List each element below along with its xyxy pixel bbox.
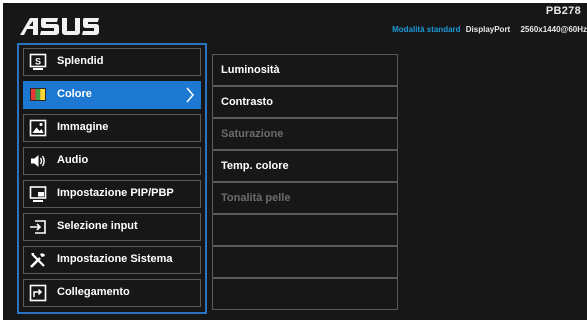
submenu-item-empty (212, 246, 398, 278)
speaker-icon (29, 152, 47, 170)
menu-item-immagine[interactable]: Immagine (21, 113, 203, 143)
menu-item-collegamento[interactable]: Collegamento (21, 278, 203, 308)
menu-item-splendid[interactable]: S Splendid (21, 47, 203, 77)
menu-item-audio[interactable]: Audio (21, 146, 203, 176)
submenu-item-label: Contrasto (221, 96, 273, 108)
svg-text:S: S (35, 57, 41, 67)
pip-icon (29, 185, 47, 203)
mode-label: Modalità standard (392, 25, 461, 34)
asus-logo (18, 15, 100, 37)
menu-item-pip-pbp[interactable]: Impostazione PIP/PBP (21, 179, 203, 209)
menu-item-impostazione-sistema[interactable]: Impostazione Sistema (21, 245, 203, 275)
color-icon (29, 86, 47, 104)
menu-item-selezione-input[interactable]: Selezione input (21, 212, 203, 242)
submenu-item-label: Luminosità (221, 64, 280, 76)
submenu-item-label: Temp. colore (221, 160, 289, 172)
menu-item-label: Audio (57, 154, 89, 166)
submenu-item-label: Saturazione (221, 128, 284, 140)
input-label: DisplayPort (465, 25, 511, 34)
osd-window: PB278 Modalità standard DisplayPort 2560… (3, 3, 587, 320)
submenu-item-temp-colore[interactable]: Temp. colore (212, 150, 398, 182)
chevron-right-icon (185, 87, 195, 103)
submenu-item-tonalita-pelle: Tonalità pelle (212, 182, 398, 214)
main-menu: S Splendid Colore Immagine Audio Imposta… (17, 43, 207, 314)
model-name: PB278 (545, 5, 581, 17)
tools-icon (29, 251, 47, 269)
submenu-item-empty (212, 214, 398, 246)
resolution-label: 2560x1440@60Hz (520, 25, 587, 34)
menu-item-label: Immagine (57, 121, 109, 133)
submenu-item-empty (212, 278, 398, 310)
image-icon (29, 119, 47, 137)
menu-item-label: Impostazione PIP/PBP (57, 187, 174, 199)
menu-item-label: Colore (57, 88, 92, 100)
sub-menu: Luminosità Contrasto Saturazione Temp. c… (212, 43, 398, 314)
submenu-item-luminosita[interactable]: Luminosità (212, 54, 398, 86)
menu-item-label: Selezione input (57, 220, 138, 232)
submenu-item-saturazione: Saturazione (212, 118, 398, 150)
menu-item-colore[interactable]: Colore (21, 80, 203, 110)
menu-item-label: Splendid (57, 55, 104, 67)
submenu-item-label: Tonalità pelle (221, 192, 291, 204)
splendid-icon: S (29, 53, 47, 71)
menu-item-label: Impostazione Sistema (57, 253, 173, 265)
shortcut-icon (29, 284, 47, 302)
menu-item-label: Collegamento (57, 286, 130, 298)
status-line: Modalità standard DisplayPort 2560x1440@… (392, 25, 587, 34)
submenu-item-contrasto[interactable]: Contrasto (212, 86, 398, 118)
input-icon (29, 218, 47, 236)
